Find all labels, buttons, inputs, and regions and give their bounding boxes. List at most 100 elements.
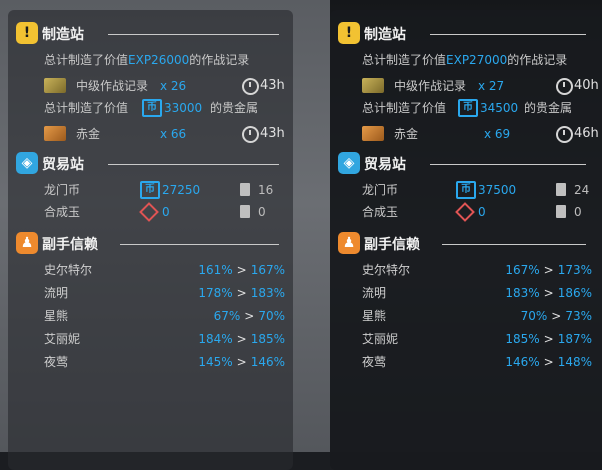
report-panel-left: ! 制造站 总计制造了价值EXP26000的作战记录 中级作战记录 x 26 4… xyxy=(8,10,293,470)
trust-change: 183% >186% xyxy=(505,283,592,303)
lmd-orders: 24 xyxy=(574,183,590,197)
orundum-orders: 0 xyxy=(258,205,266,219)
arrow-right-icon: > xyxy=(236,355,247,369)
clock-icon xyxy=(242,78,259,95)
trade-section: ◈ 贸易站 xyxy=(16,152,287,178)
operator-name: 史尔特尔 xyxy=(362,263,411,277)
summary-value: 34500 xyxy=(480,101,519,115)
lmd-icon: 币 xyxy=(142,99,162,117)
trust-row: 流明 178% >183% xyxy=(8,283,293,303)
trust-change: 161% >167% xyxy=(198,260,285,280)
gold-count: x 66 xyxy=(160,127,187,141)
battle-record-icon xyxy=(362,78,384,93)
arrow-right-icon: > xyxy=(543,286,554,300)
divider xyxy=(108,164,279,165)
trust-from: 161% xyxy=(198,263,233,277)
summary-suffix: 的作战记录 xyxy=(507,53,568,67)
trust-from: 70% xyxy=(520,309,548,323)
trust-change: 185% >187% xyxy=(505,329,592,349)
lmd-row: 龙门币 币 37500 24 xyxy=(330,180,602,200)
summary-suffix: 的作战记录 xyxy=(189,53,250,67)
orundum-icon xyxy=(139,202,159,222)
trade-title: 贸易站 xyxy=(364,157,406,173)
trust-change: 70% >73% xyxy=(521,306,592,326)
summary-prefix: 总计制造了价值 xyxy=(44,101,129,115)
factory-icon: ! xyxy=(338,22,360,44)
trust-from: 67% xyxy=(213,309,241,323)
summary-value: 33000 xyxy=(164,101,203,115)
arrow-right-icon: > xyxy=(543,263,554,277)
record-count: x 26 xyxy=(160,79,187,93)
trust-row: 艾丽妮 184% >185% xyxy=(8,329,293,349)
gold-label: 赤金 xyxy=(76,127,101,141)
trust-to: 73% xyxy=(565,309,592,323)
trust-row: 史尔特尔 161% >167% xyxy=(8,260,293,280)
lmd-icon: 币 xyxy=(140,181,160,199)
gold-row: 赤金 x 66 43h xyxy=(8,124,293,144)
trust-row: 艾丽妮 185% >187% xyxy=(330,329,600,349)
trust-change: 184% >185% xyxy=(198,329,285,349)
operator-name: 艾丽妮 xyxy=(362,332,399,346)
operator-name: 星熊 xyxy=(362,309,387,323)
lmd-value: 37500 xyxy=(478,183,517,197)
trust-change: 145% >146% xyxy=(198,352,285,372)
record-count: x 27 xyxy=(478,79,505,93)
assistant-icon: ♟ xyxy=(16,232,38,254)
factory-title: 制造站 xyxy=(42,27,84,43)
assist-title: 副手信赖 xyxy=(364,237,420,253)
record-time: 43h xyxy=(260,78,285,93)
gold-time: 46h xyxy=(574,126,599,141)
trust-change: 146% >148% xyxy=(505,352,592,372)
report-panel-right: ! 制造站 总计制造了价值 EXP27000的作战记录 中级作战记录 x 27 4… xyxy=(330,10,602,470)
divider xyxy=(430,34,586,35)
summary-prefix: 总计制造了价值 xyxy=(44,53,129,67)
operator-name: 流明 xyxy=(44,286,69,300)
trust-from: 178% xyxy=(198,286,233,300)
summary-suffix: 的贵金属 xyxy=(210,101,259,115)
assist-title: 副手信赖 xyxy=(42,237,98,253)
trust-row: 史尔特尔 167% >173% xyxy=(330,260,600,280)
summary-suffix: 的贵金属 xyxy=(524,101,573,115)
summary-value: EXP27000 xyxy=(446,53,508,67)
lmd-orders: 16 xyxy=(258,183,274,197)
factory-summary-2: 总计制造了价值 币 33000 的贵金属 xyxy=(8,98,293,118)
trust-to: 183% xyxy=(250,286,285,300)
factory-summary-2: 总计制造了价值 币 34500 的贵金属 xyxy=(330,98,602,118)
record-label: 中级作战记录 xyxy=(76,79,149,93)
trust-to: 173% xyxy=(557,263,592,277)
trust-to: 146% xyxy=(250,355,285,369)
operator-name: 夜莺 xyxy=(44,355,69,369)
order-doc-icon xyxy=(240,205,250,218)
arrow-right-icon: > xyxy=(543,355,554,369)
trust-row: 星熊 70% >73% xyxy=(330,306,600,326)
order-doc-icon xyxy=(556,183,566,196)
trade-icon: ◈ xyxy=(338,152,360,174)
summary-prefix: 总计制造了价值 xyxy=(362,101,447,115)
divider xyxy=(442,244,586,245)
battle-record-icon xyxy=(44,78,66,93)
factory-summary-1: 总计制造了价值EXP26000的作战记录 xyxy=(8,50,293,70)
record-label: 中级作战记录 xyxy=(394,79,467,93)
gold-row: 赤金 x 69 46h xyxy=(330,124,602,144)
trust-from: 146% xyxy=(505,355,540,369)
summary-value: EXP26000 xyxy=(128,53,190,67)
operator-name: 流明 xyxy=(362,286,387,300)
clock-icon xyxy=(242,126,259,143)
gold-label: 赤金 xyxy=(394,127,419,141)
trade-section: ◈ 贸易站 xyxy=(338,152,594,178)
arrow-right-icon: > xyxy=(236,263,247,277)
gold-time: 43h xyxy=(260,126,285,141)
factory-section: ! 制造站 xyxy=(16,22,287,48)
assistant-icon: ♟ xyxy=(338,232,360,254)
clock-icon xyxy=(556,78,573,95)
trust-from: 145% xyxy=(198,355,233,369)
factory-title: 制造站 xyxy=(364,27,406,43)
trust-from: 183% xyxy=(505,286,540,300)
assist-section: ♟ 副手信赖 xyxy=(338,232,594,258)
divider xyxy=(120,244,279,245)
trade-icon: ◈ xyxy=(16,152,38,174)
trust-change: 167% >173% xyxy=(505,260,592,280)
gold-count: x 69 xyxy=(484,127,511,141)
trust-to: 70% xyxy=(258,309,285,323)
trust-to: 187% xyxy=(557,332,592,346)
